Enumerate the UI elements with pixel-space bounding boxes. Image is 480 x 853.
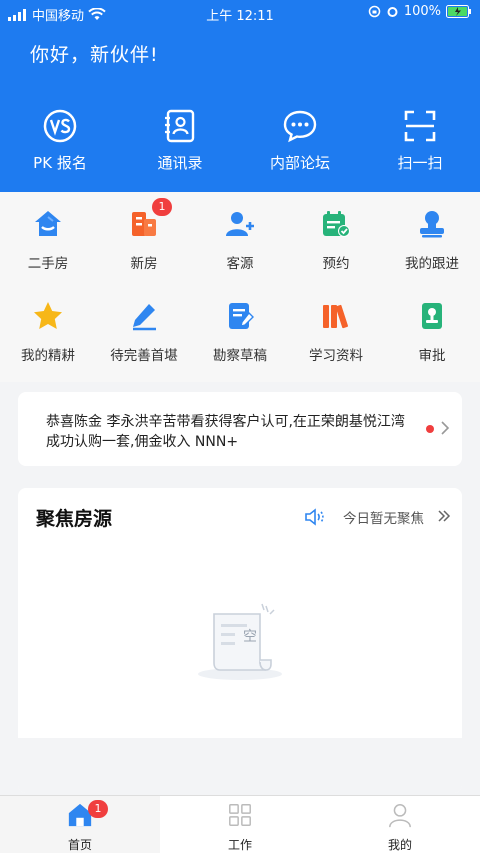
empty-state: 空	[194, 600, 286, 686]
tab-home[interactable]: 1 首页	[0, 796, 160, 853]
alarm-icon	[387, 7, 398, 17]
feature-row: 我的精耕 待完善首堪 勘察草稿 学习资料 审批	[0, 284, 480, 364]
stamp-icon	[420, 211, 444, 238]
menu-item-label: 我的跟进	[405, 256, 459, 272]
focus-listings-card: 聚焦房源 今日暂无聚焦 空	[18, 488, 462, 793]
quick-action-forum[interactable]: 内部论坛	[240, 108, 360, 178]
announcement-card[interactable]: 恭喜陈金 李永洪辛苦带看获得客户认可,在正荣朗基悦江湾成功认购一套,佣金收入 N…	[18, 392, 462, 466]
menu-item-second-hand[interactable]: 二手房	[0, 192, 96, 272]
tab-profile[interactable]: 我的	[320, 796, 480, 853]
menu-item-appointment[interactable]: 预约	[288, 192, 384, 272]
greeting-text: 你好，新伙伴!	[30, 44, 159, 66]
menu-item-study-materials[interactable]: 学习资料	[288, 284, 384, 364]
books-icon	[323, 304, 348, 329]
feature-grid: 二手房 1 新房 客源 预约 我的跟进 我的精耕 待完善首堪 勘察草稿 学习资料…	[0, 192, 480, 382]
chevron-right-icon	[441, 421, 450, 435]
feature-row: 二手房 1 新房 客源 预约 我的跟进	[0, 192, 480, 272]
star-icon	[34, 302, 62, 329]
quick-action-label: 通讯录	[157, 154, 203, 172]
speaker-icon	[305, 508, 324, 526]
rotation-lock-icon	[368, 5, 381, 18]
approval-icon	[422, 303, 442, 329]
tab-work[interactable]: 工作	[160, 796, 320, 853]
vs-icon	[43, 109, 77, 143]
tab-label: 工作	[227, 838, 252, 852]
menu-item-my-follow-up[interactable]: 我的跟进	[384, 192, 480, 272]
quick-action-label: 扫一扫	[397, 154, 443, 172]
menu-item-my-cultivation[interactable]: 我的精耕	[0, 284, 96, 364]
add-user-icon	[226, 212, 254, 236]
card-footer	[18, 738, 462, 793]
announcement-text: 恭喜陈金 李永洪辛苦带看获得客户认可,在正荣朗基悦江湾成功认购一套,佣金收入 N…	[46, 414, 405, 450]
tab-label: 我的	[387, 838, 412, 852]
chat-icon	[283, 110, 317, 143]
battery-percent: 100%	[403, 4, 441, 19]
empty-document-icon	[198, 603, 282, 680]
scan-icon	[404, 110, 436, 142]
status-bar: 中国移动 上午 12:11 100%	[0, 0, 480, 26]
menu-item-label: 待完善首堪	[110, 348, 178, 364]
quick-action-label: 内部论坛	[269, 154, 330, 172]
bottom-tab-bar: 1 首页 工作 我的	[0, 795, 480, 853]
quick-action-scan[interactable]: 扫一扫	[360, 108, 480, 178]
profile-icon	[389, 804, 411, 828]
quick-action-label: PK 报名	[33, 154, 87, 172]
menu-item-label: 预约	[322, 256, 350, 272]
tab-label: 首页	[67, 838, 92, 852]
new-house-badge: 1	[152, 198, 172, 216]
draft-icon	[229, 303, 254, 329]
header-banner: 中国移动 上午 12:11 100% 你好，新伙伴! PK 报名 通讯录 内部论…	[0, 0, 480, 192]
quick-action-pk[interactable]: PK 报名	[0, 108, 120, 178]
grid-icon	[229, 804, 251, 826]
unread-dot	[426, 425, 434, 433]
menu-item-label: 我的精耕	[21, 348, 75, 364]
double-chevron-right-icon[interactable]	[436, 508, 452, 524]
calendar-check-icon	[323, 211, 350, 237]
pencil-icon	[133, 304, 156, 331]
quick-action-contacts[interactable]: 通讯录	[120, 108, 240, 178]
menu-item-clients[interactable]: 客源	[192, 192, 288, 272]
menu-item-pending-survey[interactable]: 待完善首堪	[96, 284, 192, 364]
menu-item-label: 新房	[130, 256, 158, 272]
empty-label: 空	[243, 629, 257, 645]
house-icon	[35, 211, 61, 236]
contacts-icon	[165, 109, 195, 143]
battery-icon	[446, 5, 471, 18]
focus-status: 今日暂无聚焦	[343, 511, 424, 527]
quick-actions: PK 报名 通讯录 内部论坛 扫一扫	[0, 108, 480, 178]
menu-item-label: 二手房	[27, 256, 69, 272]
menu-item-survey-draft[interactable]: 勘察草稿	[192, 284, 288, 364]
menu-item-label: 学习资料	[309, 348, 363, 364]
menu-item-label: 审批	[418, 348, 446, 364]
section-title: 聚焦房源	[36, 508, 113, 530]
menu-item-new-house[interactable]: 1 新房	[96, 192, 192, 272]
menu-item-approval[interactable]: 审批	[384, 284, 480, 364]
menu-item-label: 勘察草稿	[213, 348, 267, 364]
menu-item-label: 客源	[226, 256, 254, 272]
home-badge: 1	[88, 800, 108, 818]
